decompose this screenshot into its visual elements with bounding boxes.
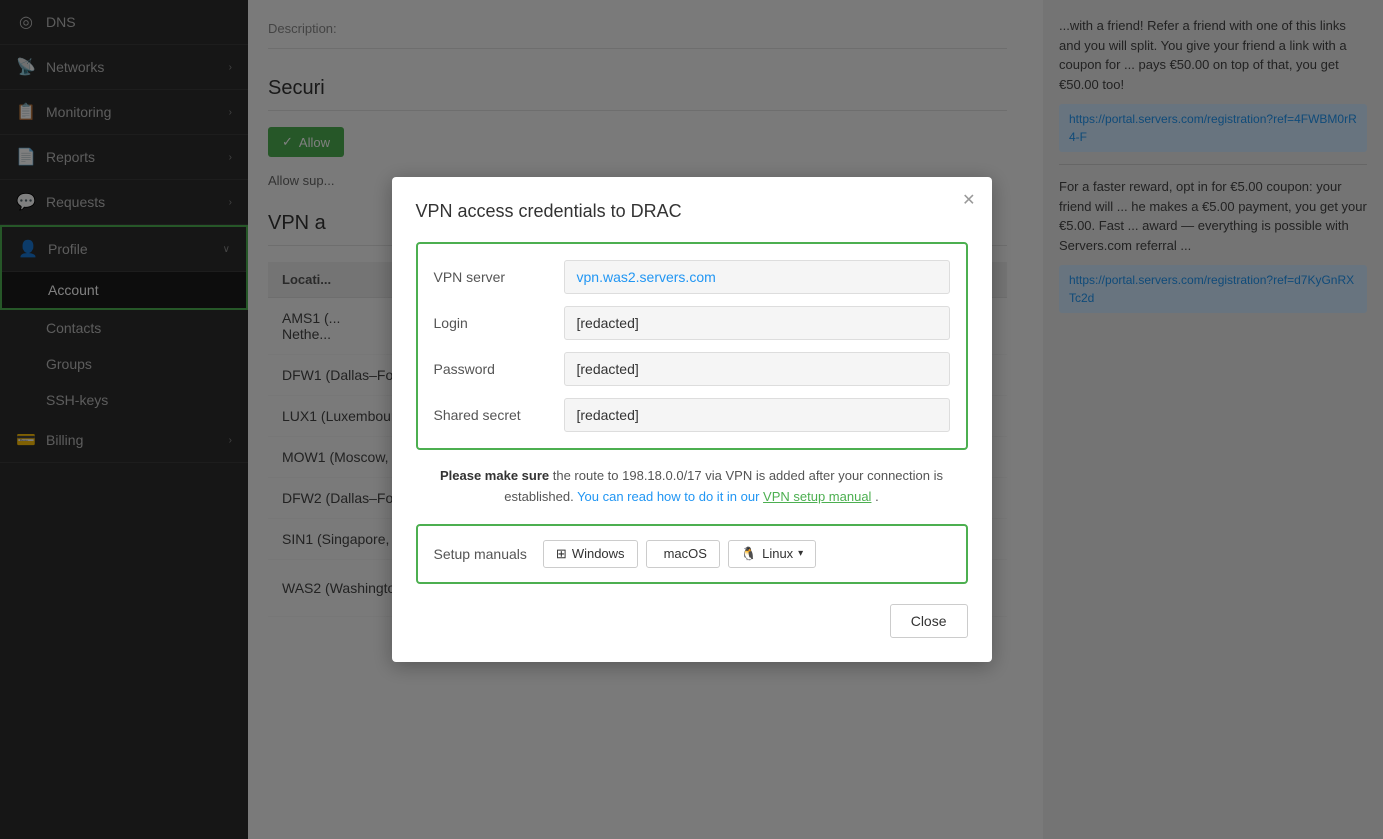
password-row: Password [redacted]	[434, 352, 950, 386]
vpn-notice: Please make sure the route to 198.18.0.0…	[416, 466, 968, 508]
notice-blue: You can read how to do it in our	[577, 489, 763, 504]
modal-footer: Close	[416, 604, 968, 638]
password-label: Password	[434, 361, 564, 377]
linux-dropdown-icon: ▾	[798, 548, 803, 559]
shared-secret-row: Shared secret [redacted]	[434, 398, 950, 432]
setup-manuals-label: Setup manuals	[434, 546, 527, 562]
windows-button[interactable]: ⊞ Windows	[543, 540, 638, 568]
shared-secret-label: Shared secret	[434, 407, 564, 423]
linux-button[interactable]: 🐧 Linux ▾	[728, 540, 816, 568]
macos-button[interactable]: macOS	[646, 540, 720, 568]
linux-icon: 🐧	[741, 546, 757, 562]
setup-manuals-box: Setup manuals ⊞ Windows macOS 🐧 Linux ▾	[416, 524, 968, 584]
vpn-server-value: vpn.was2.servers.com	[564, 260, 950, 294]
notice-bold: Please make sure	[440, 468, 549, 483]
os-buttons-group: ⊞ Windows macOS 🐧 Linux ▾	[543, 540, 816, 568]
modal-overlay[interactable]: VPN access credentials to DRAC ✕ VPN ser…	[0, 0, 1383, 839]
login-value: [redacted]	[564, 306, 950, 340]
credentials-box: VPN server vpn.was2.servers.com Login [r…	[416, 242, 968, 450]
modal-title: VPN access credentials to DRAC	[416, 201, 968, 222]
windows-icon: ⊞	[556, 546, 567, 562]
notice-end: .	[875, 489, 879, 504]
vpn-credentials-modal: VPN access credentials to DRAC ✕ VPN ser…	[392, 177, 992, 662]
modal-close-button-footer[interactable]: Close	[890, 604, 968, 638]
modal-close-button[interactable]: ✕	[962, 193, 975, 209]
vpn-server-label: VPN server	[434, 269, 564, 285]
notice-vpn-link[interactable]: VPN setup manual	[763, 489, 871, 504]
login-row: Login [redacted]	[434, 306, 950, 340]
password-value: [redacted]	[564, 352, 950, 386]
login-label: Login	[434, 315, 564, 331]
windows-label: Windows	[572, 546, 625, 561]
vpn-server-row: VPN server vpn.was2.servers.com	[434, 260, 950, 294]
linux-label: Linux	[762, 546, 793, 561]
shared-secret-value: [redacted]	[564, 398, 950, 432]
macos-label: macOS	[664, 546, 707, 561]
